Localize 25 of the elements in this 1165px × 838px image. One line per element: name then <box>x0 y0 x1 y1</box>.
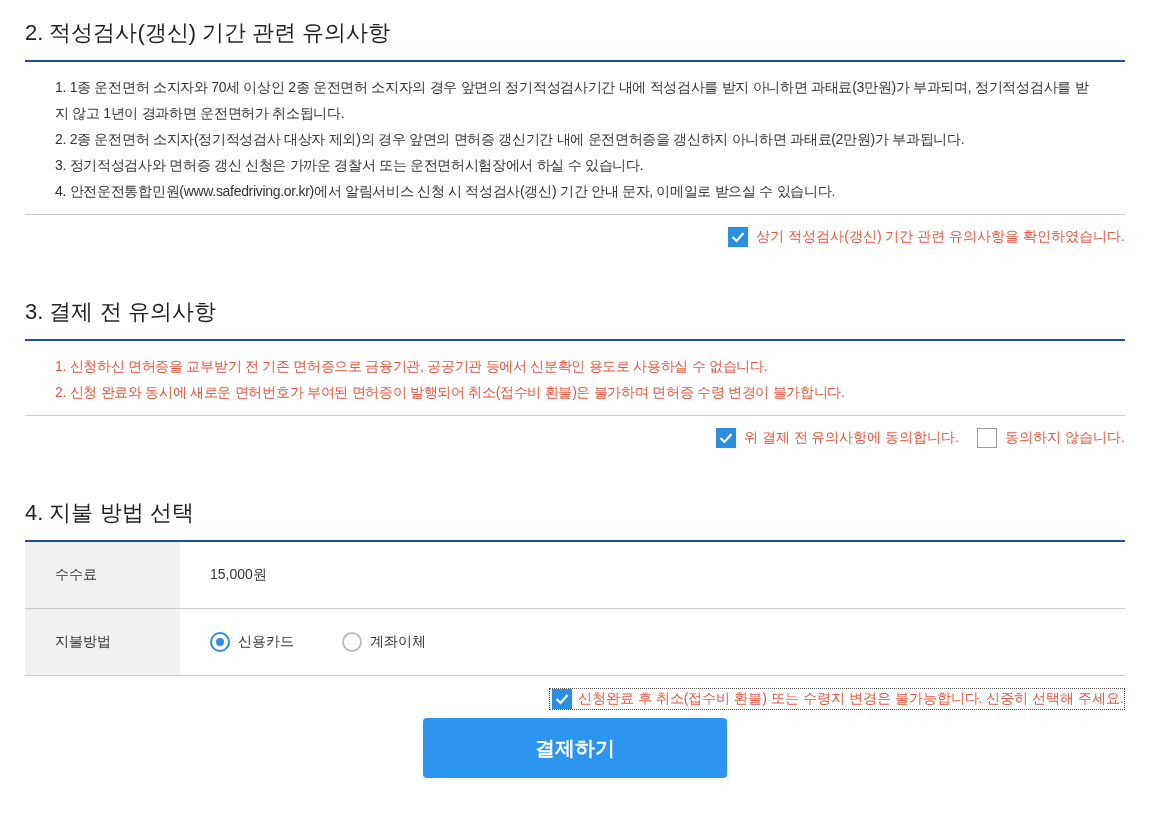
checkbox[interactable] <box>552 689 572 709</box>
notice-text: 1. 신청하신 면허증을 교부받기 전 기존 면허증으로 금융기관, 공공기관 등에서 신분확인 용도로 사용하실 수 없습니다. <box>55 357 769 376</box>
table-header-cell: 수수료 <box>25 542 180 609</box>
checkbox[interactable] <box>715 428 736 448</box>
checkbox[interactable] <box>728 227 749 247</box>
pay-button[interactable]: 결제하기 <box>423 718 727 778</box>
confirm-label: 신청완료 후 취소(접수비 환불) 또는 수령지 변경은 불가능합니다. 신중히 선택해 주세요. <box>578 690 1124 708</box>
notice-text: 1. 1종 운전면허 소지자와 70세 이상인 2종 운전면허 소지자의 경우 앞면의 정기적성검사기간 내에 적성검사를 받지 아니하면 과태료(3만원)가 부과되며, 정기적성검사를 받지 않고 1년이 경과하면 운전면허가 취소됩니다. <box>55 78 1090 123</box>
agreement-label: 동의하지 않습니다. <box>1005 429 1125 447</box>
section-title: 4. 지불 방법 선택 <box>25 499 195 527</box>
radio-label: 신용카드 <box>238 633 294 651</box>
table-cell: 15,000원 <box>180 542 1125 609</box>
checkbox[interactable] <box>977 428 998 448</box>
agreement-label: 상기 적성검사(갱신) 기간 관련 유의사항을 확인하였습니다. <box>756 228 1125 246</box>
section-title: 2. 적성검사(갱신) 기간 관련 유의사항 <box>25 16 1125 62</box>
notice-text: 2. 신청 완료와 동시에 새로운 면허번호가 부여된 면허증이 발행되어 취소(접수비 환불)은 불가하며 면허증 수령 변경이 불가합니다. <box>55 383 846 402</box>
notice-text: 2. 2종 운전면허 소지자(정기적성검사 대상자 제외)의 경우 앞면의 면허증 갱신기간 내에 운전면허증을 갱신하지 아니하면 과태료(2만원)가 부과됩니다. <box>55 130 966 149</box>
radio-button[interactable] <box>342 632 362 652</box>
radio-button[interactable] <box>210 632 230 652</box>
agreement-label: 위 결제 전 유의사항에 동의합니다. <box>743 429 960 447</box>
radio-label: 계좌이체 <box>370 633 426 651</box>
notice-text: 4. 안전운전통합민원(www.safedriving.or.kr)에서 알림서비스 신청 시 적성검사(갱신) 기간 안내 문자, 이메일로 받으실 수 있습니다. <box>55 182 837 201</box>
section-title: 3. 결제 전 유의사항 <box>25 295 1125 341</box>
table-header-cell: 지불방법 <box>25 609 180 676</box>
notice-text: 3. 정기적성검사와 면허증 갱신 신청은 가까운 경찰서 또는 운전면허시험장에서 하실 수 있습니다. <box>55 156 645 175</box>
